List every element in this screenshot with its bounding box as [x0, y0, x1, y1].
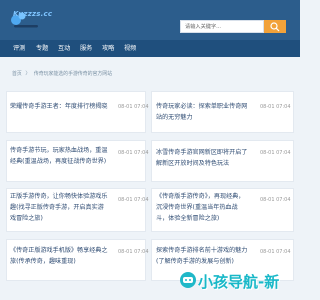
main-nav: 评测 专题 互动 服务 攻略 视频 — [0, 40, 300, 57]
breadcrumb: 首页 〉 传奇玩家能选的手游传奇的官方网站 — [12, 70, 112, 77]
article-title[interactable]: 传奇手游节玩，玩家热血战场，重温经典(重温战场，再度征战传奇世界) — [10, 145, 108, 178]
breadcrumb-current: 传奇玩家能选的手游传奇的官方网站 — [33, 71, 113, 77]
breadcrumb-separator: 〉 — [25, 71, 31, 77]
article-title[interactable]: 《传奇正版游戏手机版》畅享经典之旅(传承传奇，趣味重现) — [10, 245, 108, 278]
article-card[interactable] — [6, 91, 146, 133]
search-input[interactable]: 请输入关键字... — [180, 20, 264, 33]
breadcrumb-home[interactable]: 首页 — [12, 71, 22, 77]
watermark-text: 小孩导航-新 — [198, 273, 280, 291]
article-title[interactable]: 荣耀传奇手游王者：年度排行榜揭晓 — [10, 101, 108, 112]
article-date: 08-01 07:04 — [118, 197, 149, 203]
nav-item-interaction[interactable]: 互动 — [58, 40, 70, 57]
search-icon — [270, 21, 280, 31]
article-title[interactable]: 冰雪传奇手游官网新区即将开启了解新区开放时间及特色玩法 — [156, 147, 249, 180]
article-date: 08-01 07:04 — [118, 104, 149, 110]
article-date: 08-01 07:04 — [118, 150, 149, 156]
article-title[interactable]: 《传奇版手游传奇》，再现经典，沉浸传奇世界(重温当年热血战斗，体验全新冒险之旅) — [156, 191, 249, 224]
search-button[interactable] — [264, 20, 286, 33]
nav-item-guide[interactable]: 攻略 — [102, 40, 114, 57]
nav-item-topic[interactable]: 专题 — [36, 40, 48, 57]
nav-item-video[interactable]: 视频 — [124, 40, 136, 57]
article-date: 08-01 07:04 — [118, 249, 149, 255]
site-header: Kuzzzs.cc 请输入关键字... — [0, 0, 300, 40]
article-date: 08-01 07:04 — [260, 197, 291, 203]
article-title[interactable]: 正版手游传奇，让你畅快体验游戏乐趣(找寻正版传奇手游，开启真实游戏冒险之旅) — [10, 191, 108, 224]
nav-item-service[interactable]: 服务 — [80, 40, 92, 57]
nav-item-review[interactable]: 评测 — [13, 40, 25, 57]
article-date: 08-01 07:04 — [260, 104, 291, 110]
article-date: 08-01 07:04 — [260, 150, 291, 156]
article-date: 08-01 07:04 — [260, 249, 291, 255]
article-title[interactable]: 探索传奇手游排名前十游戏的魅力(了解传奇手游的发展与创新) — [156, 245, 249, 267]
logo-text: Kuzzzs.cc — [13, 10, 53, 18]
article-title[interactable]: 传奇玩家必读：探索单职业传奇网站的无穷魅力 — [156, 101, 249, 123]
